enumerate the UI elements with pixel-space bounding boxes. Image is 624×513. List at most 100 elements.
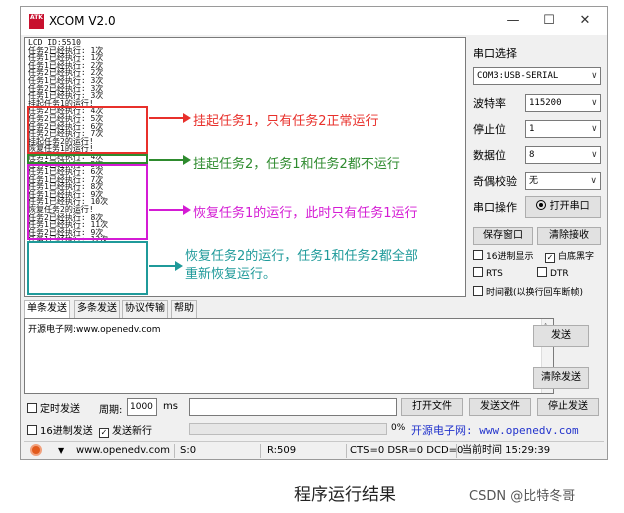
annotation-suspend-task2: 挂起任务2，任务1和任务2都不运行 <box>193 157 400 172</box>
checkbox-icon <box>473 286 483 296</box>
file-path-input[interactable] <box>189 398 397 416</box>
app-logo-icon: ATK <box>29 14 44 29</box>
stop-bits-value: 1 <box>529 124 535 134</box>
port-label: 串口选择 <box>473 47 517 60</box>
status-divider <box>456 444 457 458</box>
parity-row: 奇偶校验 无 ∨ <box>473 169 605 193</box>
resume-task1-box <box>27 164 148 240</box>
close-button[interactable]: ✕ <box>567 10 603 32</box>
data-bits-select[interactable]: 8 ∨ <box>525 146 601 164</box>
timed-send-label: 定时发送 <box>40 404 80 415</box>
dropdown-arrow-icon[interactable]: ▼ <box>58 442 64 459</box>
stop-bits-row: 停止位 1 ∨ <box>473 117 605 141</box>
period-input[interactable]: 1000 <box>127 398 157 416</box>
timestamp-checkbox[interactable]: 时间戳(以换行回车断帧) <box>473 285 583 298</box>
annotation-resume-task2-line1: 恢复任务2的运行，任务1和任务2都全部 <box>185 249 418 264</box>
save-window-button[interactable]: 保存窗口 <box>473 227 533 245</box>
resume-task2-box <box>27 241 148 295</box>
progress-bar <box>189 423 387 435</box>
checkbox-checked-icon: ✓ <box>99 428 109 438</box>
data-bits-row: 数据位 8 ∨ <box>473 143 605 167</box>
xcom-window: ATK XCOM V2.0 — ☐ ✕ LCD ID:5510 任务2已经执行: … <box>20 6 608 460</box>
clear-receive-button[interactable]: 清除接收 <box>537 227 601 245</box>
baud-label: 波特率 <box>473 97 506 110</box>
window-title: XCOM V2.0 <box>49 14 116 28</box>
tab-multi-send[interactable]: 多条发送 <box>74 300 120 318</box>
stop-bits-select[interactable]: 1 ∨ <box>525 120 601 138</box>
tab-single-send[interactable]: 单条发送 <box>24 300 70 318</box>
site-banner[interactable]: 开源电子网: www.openedv.com <box>411 422 579 438</box>
arrow-1-icon <box>149 113 191 123</box>
send-input[interactable]: 开源电子网:www.openedv.com ∧ ∨ <box>24 318 554 394</box>
arrow-3-icon <box>149 205 191 215</box>
timestamp-label: 时间戳(以换行回车断帧) <box>486 288 584 298</box>
annotation-resume-task2: 恢复任务2的运行，任务1和任务2都全部 重新恢复运行。 <box>185 248 465 284</box>
checkbox-icon <box>473 250 483 260</box>
checkbox-icon <box>473 267 483 277</box>
status-lines: CTS=0 DSR=0 DCD=0 <box>350 445 464 456</box>
open-file-button[interactable]: 打开文件 <box>401 398 463 416</box>
maximize-button[interactable]: ☐ <box>531 10 567 32</box>
status-url[interactable]: www.openedv.com <box>76 442 170 459</box>
chevron-down-icon: ∨ <box>591 98 597 108</box>
white-bg-checkbox[interactable]: ✓ 白底黑字 <box>545 249 594 263</box>
status-time: 当前时间 15:29:39 <box>462 445 551 456</box>
annotation-resume-task1: 恢复任务1的运行，此时只有任务1运行 <box>193 206 418 221</box>
send-file-button[interactable]: 发送文件 <box>469 398 531 416</box>
port-op-row: 串口操作 打开串口 <box>473 195 605 219</box>
status-divider <box>346 444 347 458</box>
stop-send-button[interactable]: 停止发送 <box>537 398 599 416</box>
port-select-row: 串口选择 <box>473 41 605 65</box>
port-value: COM3:USB-SERIAL <box>477 71 559 81</box>
chevron-down-icon: ∨ <box>591 150 597 160</box>
tab-protocol[interactable]: 协议传输 <box>122 300 168 318</box>
open-port-label: 打开串口 <box>549 201 590 212</box>
timed-send-checkbox[interactable]: 定时发送 <box>27 400 80 415</box>
parity-value: 无 <box>529 176 539 186</box>
send-text: 开源电子网:www.openedv.com <box>28 325 161 335</box>
chevron-down-icon: ∨ <box>590 176 597 186</box>
dtr-checkbox[interactable]: DTR <box>537 267 569 279</box>
record-icon <box>536 200 547 210</box>
send-newline-label: 发送新行 <box>112 426 152 437</box>
port-select[interactable]: COM3:USB-SERIAL ∨ <box>473 67 601 85</box>
checkbox-checked-icon: ✓ <box>545 253 555 263</box>
annotation-resume-task2-line2: 重新恢复运行。 <box>185 267 277 282</box>
timed-send-row: 定时发送 周期: 1000 ms 打开文件 发送文件 停止发送 <box>27 398 607 418</box>
hex-send-row: 16进制发送 ✓ 发送新行 0% 开源电子网: www.openedv.com <box>27 420 607 440</box>
receive-area[interactable]: LCD ID:5510 任务2已经执行: 1次 任务1已经执行: 1次 任务1已经执行… <box>24 37 466 297</box>
minimize-button[interactable]: — <box>495 10 531 32</box>
send-button[interactable]: 发送 <box>533 325 589 347</box>
progress-label: 0% <box>391 423 406 433</box>
hex-send-checkbox[interactable]: 16进制发送 <box>27 422 93 437</box>
white-bg-label: 白底黑字 <box>558 252 595 262</box>
figure-caption: 程序运行结果 <box>294 485 396 505</box>
rts-label: RTS <box>486 269 503 279</box>
checkbox-icon <box>537 267 547 277</box>
status-divider <box>174 444 175 458</box>
period-unit: ms <box>163 401 178 412</box>
baud-row: 波特率 115200 ∨ <box>473 91 605 115</box>
rts-checkbox[interactable]: RTS <box>473 267 503 279</box>
baud-select[interactable]: 115200 ∨ <box>525 94 601 112</box>
hex-display-label: 16进制显示 <box>486 252 534 262</box>
tab-help[interactable]: 帮助 <box>171 300 197 318</box>
checkbox-icon <box>27 403 37 413</box>
hex-display-checkbox[interactable]: 16进制显示 <box>473 249 533 262</box>
data-bits-label: 数据位 <box>473 149 506 162</box>
status-bar: ▼ www.openedv.com S:0 R:509 CTS=0 DSR=0 … <box>24 441 604 459</box>
title-bar: ATK XCOM V2.0 — ☐ ✕ <box>21 7 607 35</box>
parity-select[interactable]: 无 ∨ <box>525 172 601 190</box>
chevron-down-icon: ∨ <box>591 124 597 134</box>
csdn-watermark: CSDN @比特冬哥 <box>469 489 576 504</box>
parity-label: 奇偶校验 <box>473 175 517 188</box>
port-op-label: 串口操作 <box>473 201 517 214</box>
open-port-button[interactable]: 打开串口 <box>525 196 601 218</box>
suspend-task2-box <box>27 154 148 164</box>
clear-send-button[interactable]: 清除发送 <box>533 367 589 389</box>
status-sent: S:0 <box>180 445 197 456</box>
data-bits-value: 8 <box>529 150 535 160</box>
dtr-label: DTR <box>550 269 569 279</box>
send-newline-checkbox[interactable]: ✓ 发送新行 <box>99 422 152 438</box>
arrow-4-icon <box>149 261 183 271</box>
